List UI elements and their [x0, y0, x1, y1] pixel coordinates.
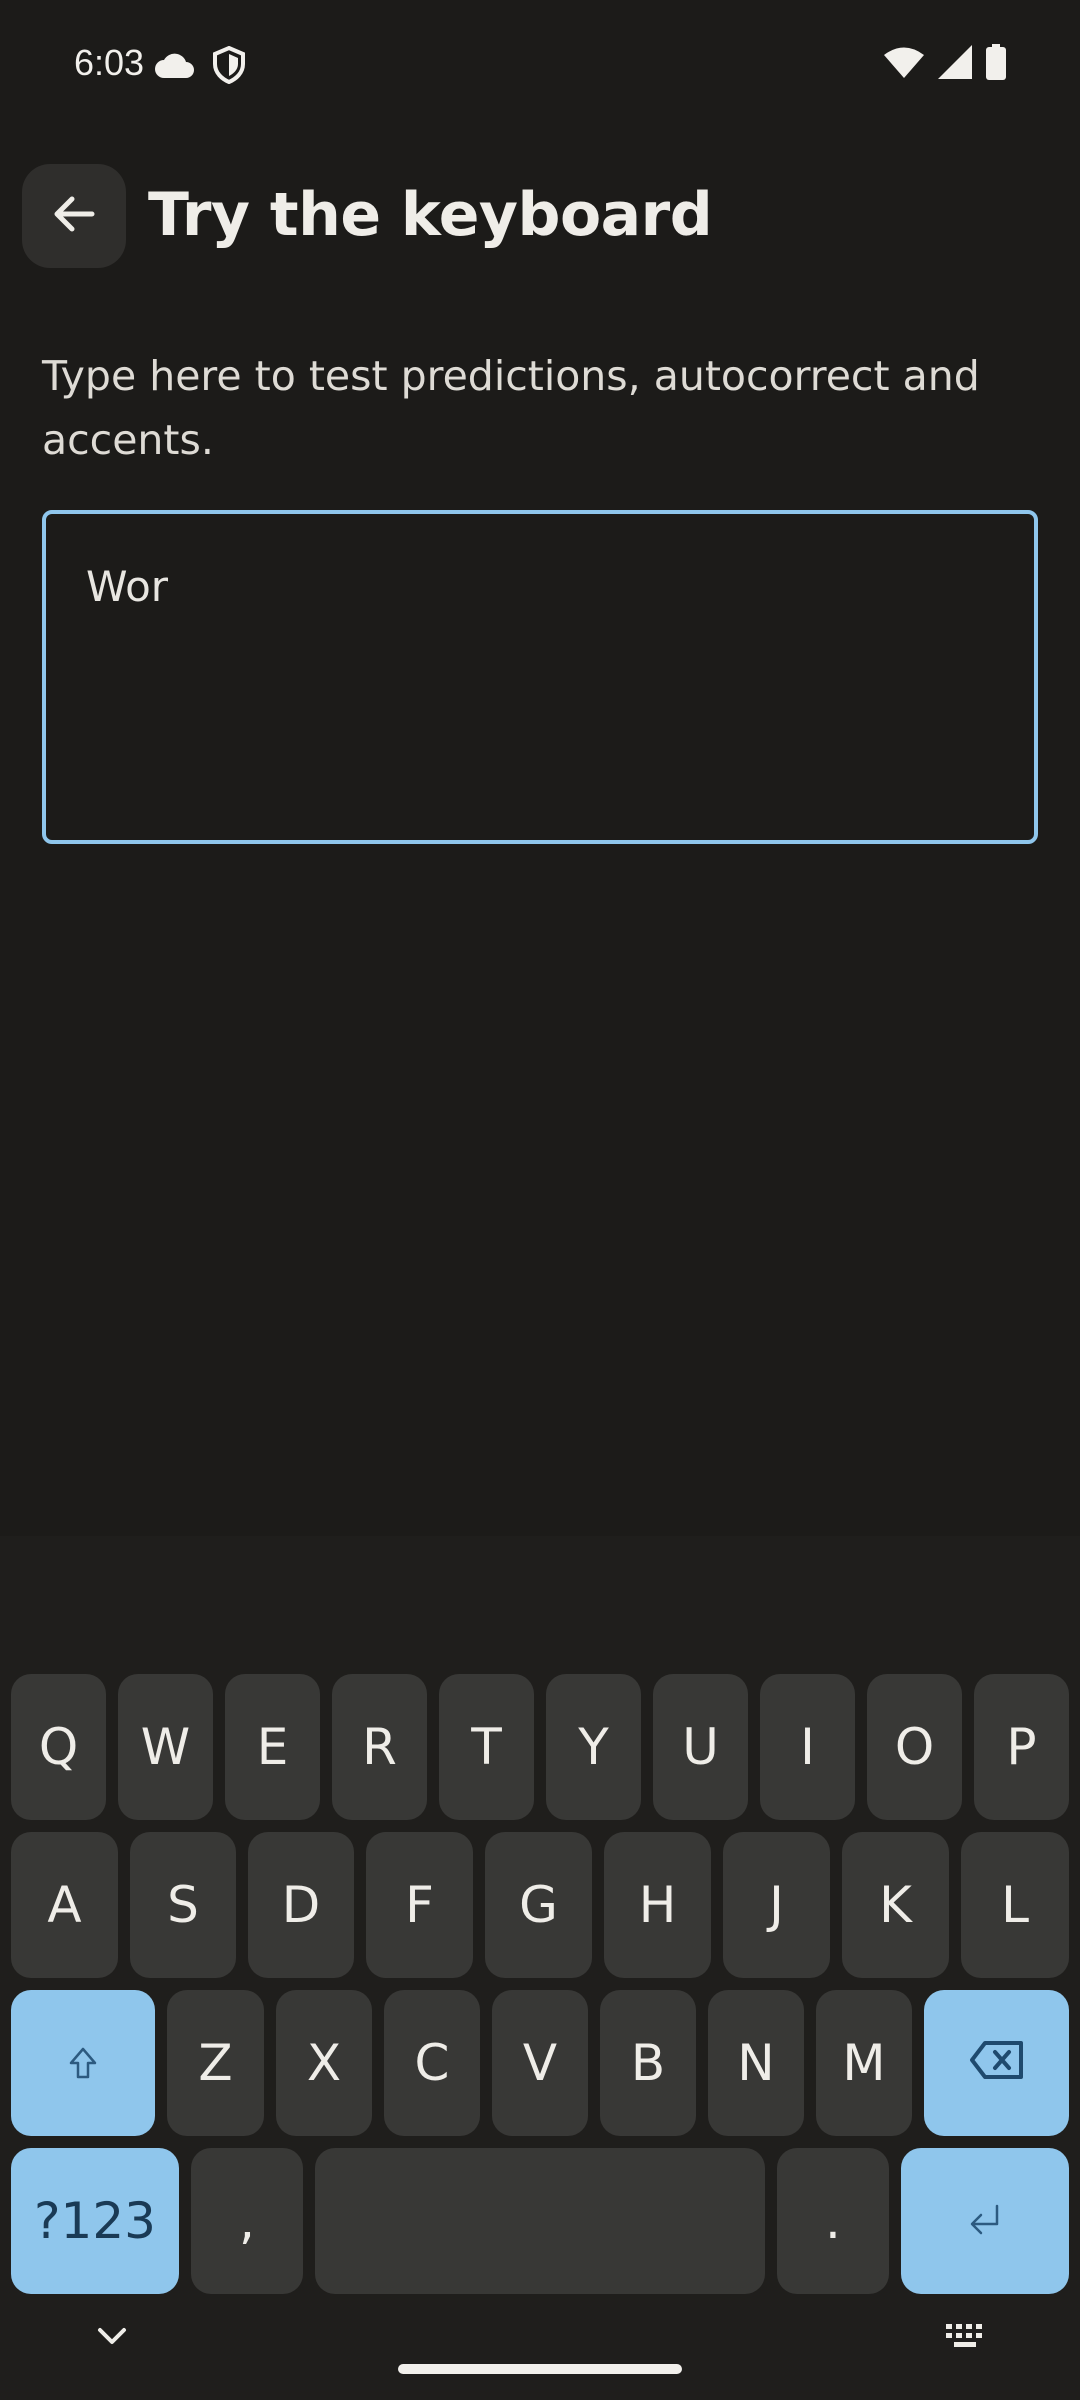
key-g[interactable]: G	[485, 1832, 592, 1978]
backspace-key[interactable]	[924, 1990, 1069, 2136]
cloud-icon	[154, 50, 196, 85]
shield-icon	[212, 45, 246, 89]
key-u[interactable]: U	[653, 1674, 748, 1820]
key-t[interactable]: T	[439, 1674, 534, 1820]
key-h[interactable]: H	[604, 1832, 711, 1978]
key-d[interactable]: D	[248, 1832, 354, 1978]
key-i[interactable]: I	[760, 1674, 855, 1820]
enter-icon	[965, 2192, 1005, 2250]
key-l[interactable]: L	[961, 1832, 1069, 1978]
key-k[interactable]: K	[842, 1832, 949, 1978]
gesture-nav-handle[interactable]	[398, 2364, 682, 2374]
battery-icon	[986, 44, 1006, 85]
key-s[interactable]: S	[130, 1832, 236, 1978]
status-left-icons	[154, 45, 246, 89]
signal-icon	[938, 45, 972, 84]
period-key[interactable]: .	[777, 2148, 889, 2294]
symbols-key[interactable]: ?123	[11, 2148, 179, 2294]
wifi-icon	[884, 46, 924, 83]
shift-key[interactable]	[11, 1990, 155, 2136]
key-r[interactable]: R	[332, 1674, 427, 1820]
app-bar: Try the keyboard	[0, 160, 1080, 270]
key-a[interactable]: A	[11, 1832, 118, 1978]
key-n[interactable]: N	[708, 1990, 804, 2136]
key-x[interactable]: X	[276, 1990, 372, 2136]
test-text-input-value: Wor	[86, 562, 169, 611]
key-w[interactable]: W	[118, 1674, 213, 1820]
key-p[interactable]: P	[974, 1674, 1069, 1820]
key-f[interactable]: F	[366, 1832, 473, 1978]
key-c[interactable]: C	[384, 1990, 480, 2136]
enter-key[interactable]	[901, 2148, 1069, 2294]
status-right-icons	[884, 44, 1006, 85]
test-text-input[interactable]: Wor	[42, 510, 1038, 844]
key-q[interactable]: Q	[11, 1674, 106, 1820]
backspace-icon	[969, 2034, 1025, 2092]
key-v[interactable]: V	[492, 1990, 588, 2136]
space-key[interactable]	[315, 2148, 765, 2294]
comma-key[interactable]: ,	[191, 2148, 303, 2294]
shift-icon	[68, 2034, 98, 2092]
arrow-left-icon	[52, 192, 96, 241]
key-e[interactable]: E	[225, 1674, 320, 1820]
instructions-text: Type here to test predictions, autocorre…	[42, 352, 980, 464]
status-time: 6:03	[74, 42, 145, 83]
key-z[interactable]: Z	[167, 1990, 264, 2136]
keyboard-icon[interactable]	[944, 2322, 988, 2355]
key-m[interactable]: M	[816, 1990, 912, 2136]
keyboard: Q W E R T Y U I O P A S D F G H J K L Z …	[0, 1536, 1080, 2400]
key-y[interactable]: Y	[546, 1674, 641, 1820]
key-b[interactable]: B	[600, 1990, 696, 2136]
chevron-down-icon[interactable]	[96, 2326, 128, 2351]
page-title: Try the keyboard	[148, 180, 713, 250]
status-bar: 6:03	[0, 0, 1080, 132]
back-button[interactable]	[22, 164, 126, 268]
key-o[interactable]: O	[867, 1674, 962, 1820]
key-j[interactable]: J	[723, 1832, 830, 1978]
